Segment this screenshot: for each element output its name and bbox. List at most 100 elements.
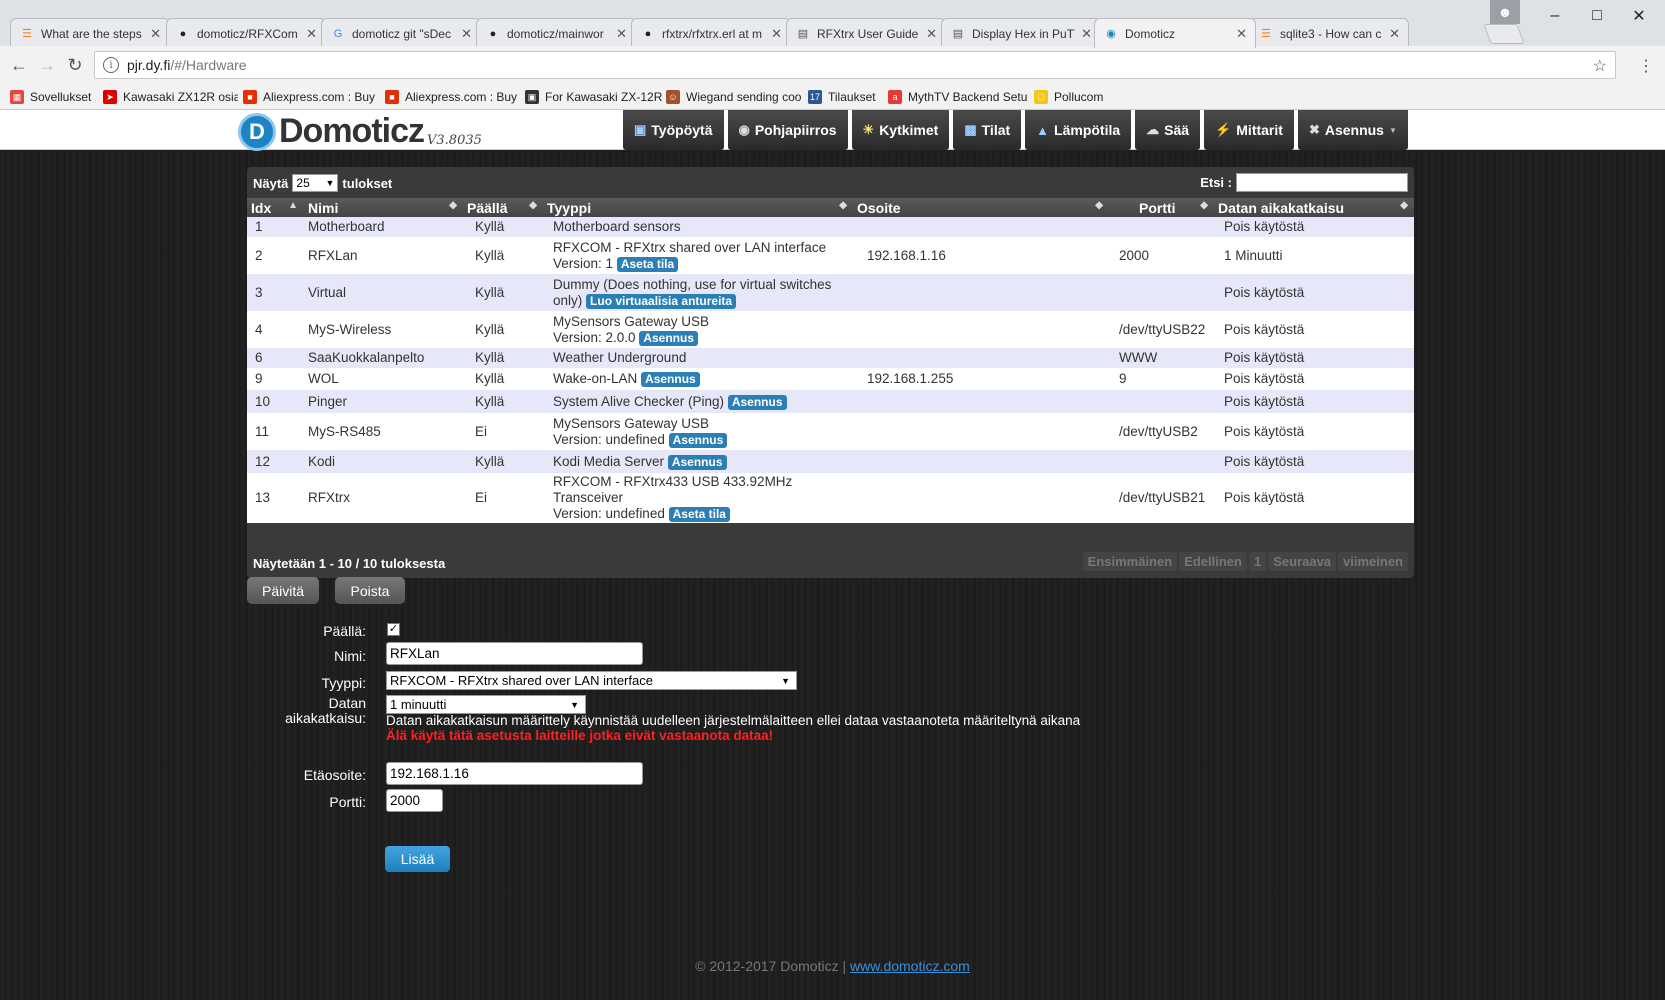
setup-badge-button[interactable]: Asennus bbox=[641, 372, 700, 387]
port-field[interactable]: 2000 bbox=[386, 789, 443, 812]
maximize-icon[interactable]: □ bbox=[1577, 4, 1617, 28]
nav-weather[interactable]: ☁ Sää bbox=[1135, 110, 1201, 150]
browser-tab[interactable]: ◉ Domoticz ✕ bbox=[1094, 18, 1256, 48]
table-row[interactable]: 2 RFXLan Kyllä RFXCOM - RFXtrx shared over … bbox=[247, 237, 1414, 274]
tab-close-icon[interactable]: ✕ bbox=[1236, 26, 1247, 42]
col-idx[interactable]: Idx ▲ bbox=[247, 198, 304, 217]
table-row[interactable]: 10 Pinger Kyllä System Alive Checker (Ping)… bbox=[247, 390, 1414, 413]
bookmark-item[interactable]: ☺ Wiegand sending coo bbox=[666, 88, 806, 106]
type-select[interactable]: RFXCOM - RFXtrx shared over LAN interfac… bbox=[386, 671, 797, 690]
table-row[interactable]: 6 SaaKuokkalanpelto Kyllä Weather Undergrou… bbox=[247, 348, 1414, 368]
setup-badge-button[interactable]: Aseta tila bbox=[616, 256, 679, 272]
browser-tab[interactable]: ▤ RFXtrx User Guide ✕ bbox=[786, 18, 946, 48]
nav-dashboard[interactable]: ▣ Työpöytä bbox=[623, 110, 724, 150]
name-field[interactable]: RFXLan bbox=[386, 642, 643, 665]
tab-close-icon[interactable]: ✕ bbox=[926, 26, 937, 42]
bookmark-item[interactable]: ■ Aliexpress.com : Buy bbox=[243, 88, 381, 106]
cell-enabled: Kyllä bbox=[463, 348, 543, 368]
footer-link[interactable]: www.domoticz.com bbox=[850, 958, 970, 974]
address-field[interactable]: 192.168.1.16 bbox=[386, 762, 643, 785]
minimize-icon[interactable]: – bbox=[1535, 4, 1575, 28]
forward-icon[interactable]: → bbox=[36, 55, 58, 76]
bookmark-item[interactable]: ■ Aliexpress.com : Buy bbox=[385, 88, 523, 106]
bookmark-item[interactable]: ➤ Kawasaki ZX12R osia bbox=[103, 88, 238, 106]
table-row[interactable]: 4 MyS-Wireless Kyllä MySensors Gateway USB V… bbox=[247, 311, 1414, 348]
tab-close-icon[interactable]: ✕ bbox=[1389, 26, 1400, 42]
pager-button[interactable]: viimeinen bbox=[1338, 552, 1408, 571]
bookmark-star-icon[interactable]: ☆ bbox=[1593, 56, 1607, 76]
nav-thermometer[interactable]: ▲ Lämpötila bbox=[1025, 110, 1132, 150]
table-row[interactable]: 12 Kodi Kyllä Kodi Media Server Asennus Pois… bbox=[247, 450, 1414, 473]
add-button[interactable]: Lisää bbox=[385, 846, 450, 872]
cell-type: RFXCOM - RFXtrx433 USB 433.92MHz Transcei… bbox=[543, 473, 853, 523]
address-bar[interactable]: i pjr.dy.fi/#/Hardware ☆ bbox=[94, 51, 1616, 79]
bookmark-item[interactable]: 17 Tilaukset bbox=[808, 88, 886, 106]
col-address[interactable]: Osoite ◆ bbox=[853, 198, 1109, 217]
setup-badge-button[interactable]: Asennus bbox=[727, 394, 787, 410]
tab-close-icon[interactable]: ✕ bbox=[461, 26, 472, 42]
table-row[interactable]: 3 Virtual Kyllä Dummy (Does nothing, use fo… bbox=[247, 274, 1414, 311]
search-input[interactable] bbox=[1236, 173, 1408, 192]
table-row[interactable]: 13 RFXtrx Ei RFXCOM - RFXtrx433 USB 433.92M… bbox=[247, 473, 1414, 523]
browser-menu-icon[interactable]: ⋮ bbox=[1638, 56, 1654, 76]
timeout-label-1: Datan bbox=[328, 695, 366, 711]
col-name[interactable]: Nimi ◆ bbox=[304, 198, 463, 217]
setup-badge-button[interactable]: Asennus bbox=[668, 432, 728, 448]
cell-address bbox=[853, 473, 1109, 523]
enabled-checkbox[interactable]: ✓ bbox=[387, 623, 400, 636]
timeout-select[interactable]: 1 minuutti ▼ bbox=[386, 695, 586, 714]
nav-label: Työpöytä bbox=[651, 122, 713, 138]
nav-scene[interactable]: ▩ Tilat bbox=[953, 110, 1022, 150]
tab-close-icon[interactable]: ✕ bbox=[1081, 26, 1092, 42]
bookmark-item[interactable]: □ Pollucom bbox=[1034, 88, 1124, 106]
pager-button[interactable]: 1 bbox=[1248, 552, 1267, 571]
table-row[interactable]: 1 Motherboard Kyllä Motherboard sensors Pois… bbox=[247, 217, 1414, 237]
pager-button[interactable]: Seuraava bbox=[1268, 552, 1337, 571]
bookmark-item[interactable]: a MythTV Backend Setu bbox=[888, 88, 1030, 106]
browser-tab[interactable]: ● rfxtrx/rfxtrx.erl at m ✕ bbox=[631, 18, 791, 48]
browser-tab[interactable]: ● domoticz/RFXCom ✕ bbox=[166, 18, 326, 48]
pager-button[interactable]: Ensimmäinen bbox=[1082, 552, 1178, 571]
setup-badge-button[interactable]: Asennus bbox=[639, 330, 699, 346]
nav-floorplan[interactable]: ◉ Pohjapiirros bbox=[727, 110, 848, 150]
delete-button[interactable]: Poista bbox=[335, 577, 405, 604]
type-line: Version: 2.0.0 Asennus bbox=[553, 330, 845, 346]
type-line: Motherboard sensors bbox=[553, 219, 681, 234]
pager-button[interactable]: Edellinen bbox=[1179, 552, 1247, 571]
browser-tab[interactable]: Gdomoticz git "sDec ✕ bbox=[321, 18, 481, 48]
browser-tab[interactable]: ▤ Display Hex in PuTT ✕ bbox=[941, 18, 1101, 48]
setup-badge-button[interactable]: Luo virtuaalisia antureita bbox=[586, 293, 737, 309]
col-enabled[interactable]: Päällä ◆ bbox=[463, 198, 543, 217]
cell-name: Kodi bbox=[304, 450, 463, 473]
table-row[interactable]: 9 WOL Kyllä Wake-on-LAN Asennus 192.168.1.25… bbox=[247, 368, 1414, 390]
tab-close-icon[interactable]: ✕ bbox=[306, 26, 317, 42]
col-type[interactable]: Tyyppi ◆ bbox=[543, 198, 853, 217]
bookmark-item[interactable]: ▦ Sovellukset bbox=[10, 88, 100, 106]
back-icon[interactable]: ← bbox=[8, 55, 30, 76]
nav-lightning[interactable]: ⚡ Mittarit bbox=[1204, 110, 1294, 150]
domoticz-logo[interactable]: D Domoticz V3.8035 bbox=[238, 112, 482, 151]
tab-close-icon[interactable]: ✕ bbox=[150, 26, 161, 42]
browser-tab[interactable]: ☰ sqlite3 - How can c ✕ bbox=[1249, 18, 1409, 48]
browser-tab[interactable]: ☰ What are the steps ✕ bbox=[10, 18, 170, 48]
update-button[interactable]: Päivitä bbox=[247, 577, 319, 604]
browser-tab[interactable]: ● domoticz/mainwor ✕ bbox=[476, 18, 636, 48]
nav-tools[interactable]: ✖ Asennus ▼ bbox=[1297, 110, 1408, 150]
reload-icon[interactable]: ↻ bbox=[64, 55, 86, 76]
setup-badge-button[interactable]: Aseta tila bbox=[668, 507, 730, 522]
nav-lightbulb[interactable]: ☀ Kytkimet bbox=[851, 110, 950, 150]
tab-close-icon[interactable]: ✕ bbox=[616, 26, 627, 42]
profile-icon[interactable]: ☻ bbox=[1490, 0, 1520, 24]
setup-badge-button[interactable]: Asennus bbox=[667, 454, 727, 470]
col-timeout[interactable]: Datan aikakatkaisu ◆ bbox=[1214, 198, 1414, 217]
info-icon[interactable]: i bbox=[103, 57, 119, 73]
page-size-select[interactable]: 25 ▼ bbox=[292, 174, 339, 192]
new-tab-button[interactable] bbox=[1483, 24, 1525, 44]
tab-close-icon[interactable]: ✕ bbox=[771, 26, 782, 42]
close-window-icon[interactable]: ✕ bbox=[1619, 4, 1659, 28]
bookmark-item[interactable]: ▣ For Kawasaki ZX-12R bbox=[525, 88, 663, 106]
cell-idx: 11 bbox=[247, 413, 304, 450]
col-port[interactable]: Portti ◆ bbox=[1109, 198, 1214, 217]
type-text: Wake-on-LAN bbox=[553, 371, 638, 386]
table-row[interactable]: 11 MyS-RS485 Ei MySensors Gateway USB Versio… bbox=[247, 413, 1414, 450]
